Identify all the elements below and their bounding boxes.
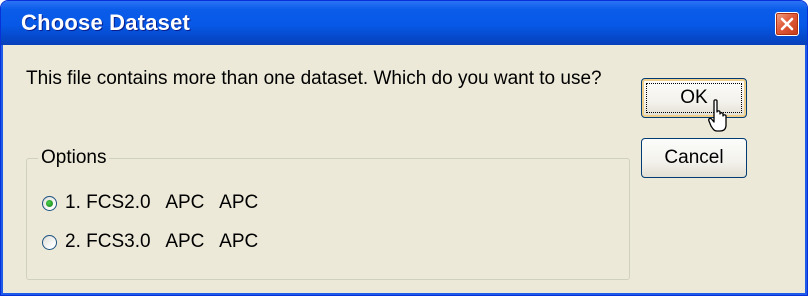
choose-dataset-dialog: Choose Dataset This file contains more t… (0, 0, 808, 296)
dialog-message: This file contains more than one dataset… (26, 68, 602, 89)
radio-option-1[interactable]: 1. FCS2.0 APC APC (42, 191, 258, 215)
radio-option-2-label: 2. FCS3.0 APC APC (65, 231, 259, 252)
options-groupbox (26, 158, 630, 280)
radio-button-checked-icon[interactable] (42, 195, 57, 211)
options-legend: Options (38, 147, 110, 169)
close-button[interactable] (775, 12, 799, 36)
radio-option-2[interactable]: 2. FCS3.0 APC APC (42, 230, 258, 254)
cancel-button-label: Cancel (664, 147, 724, 168)
ok-button[interactable]: OK (641, 78, 747, 118)
cancel-button[interactable]: Cancel (641, 138, 747, 178)
radio-option-1-label: 1. FCS2.0 APC APC (65, 192, 259, 213)
close-icon (780, 17, 794, 31)
title-bar[interactable]: Choose Dataset (1, 1, 807, 45)
hand-cursor-icon (708, 99, 727, 132)
dialog-title: Choose Dataset (21, 10, 191, 35)
radio-button-unchecked-icon[interactable] (42, 234, 57, 250)
dialog-body: This file contains more than one dataset… (4, 45, 804, 293)
